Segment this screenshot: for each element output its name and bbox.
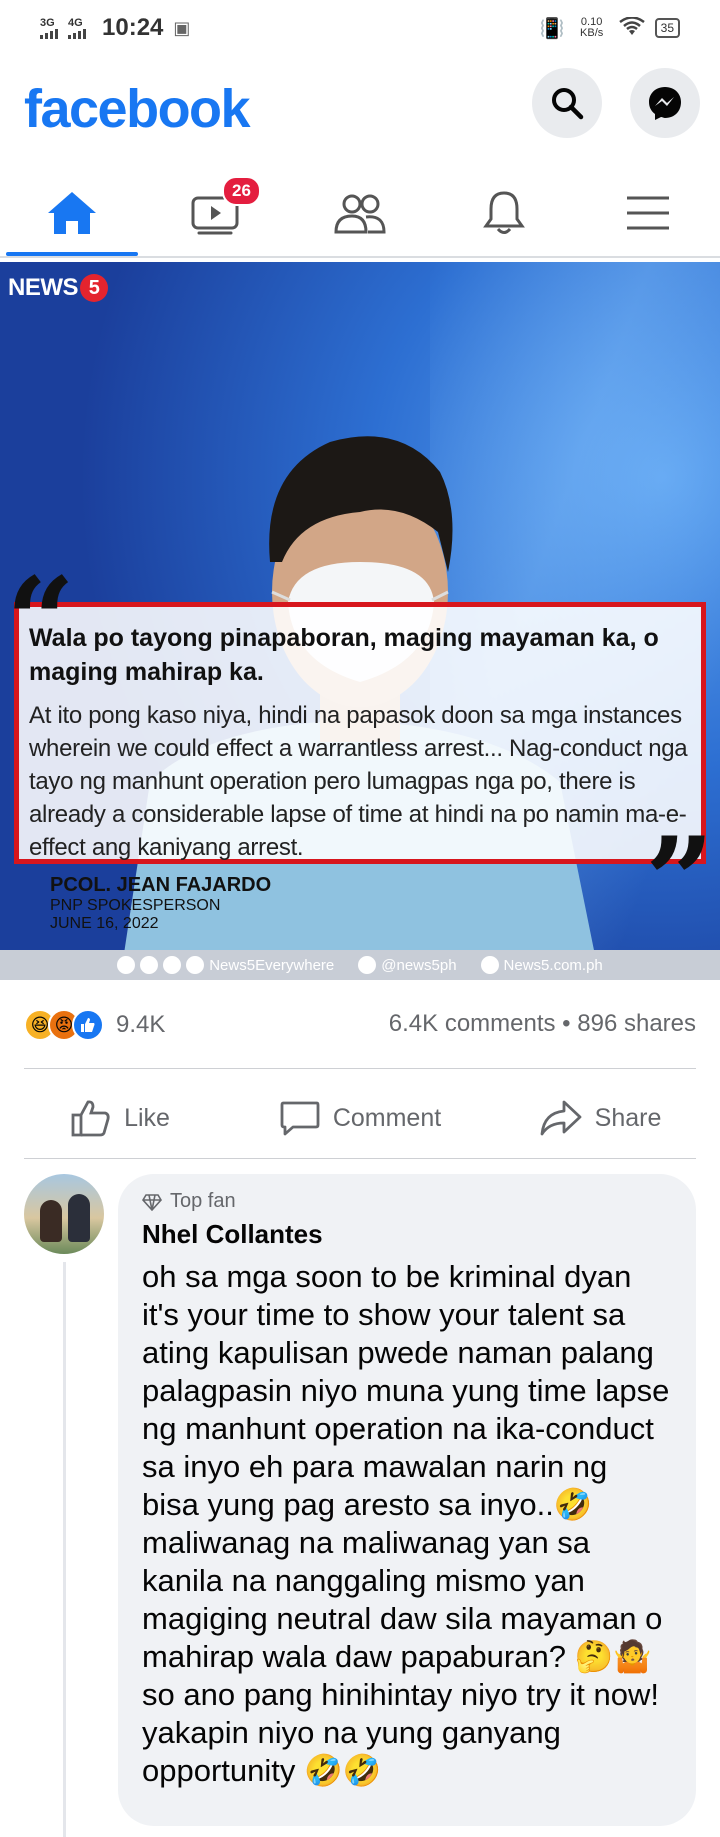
social-handle-2: @news5ph [358, 956, 457, 974]
network-type-label: 4G [68, 16, 83, 29]
comment-icon [280, 1101, 320, 1136]
speaker-name: PCOL. JEAN FAJARDO [50, 874, 272, 896]
comment-text: oh sa mga soon to be kriminal dyan it's … [142, 1259, 670, 1788]
bell-icon [483, 191, 525, 234]
quote-title: Wala po tayong pinapaboran, maging mayam… [29, 624, 659, 686]
post-image[interactable]: NEWS 5 Wala po tayong pinapaboran, magin… [0, 262, 720, 980]
tab-watch[interactable]: 26 [144, 170, 288, 256]
vibrate-icon: 📳 [539, 17, 565, 40]
signal-4g-icon: 4G [68, 16, 86, 39]
thread-line [63, 1262, 66, 1837]
avatar-person-2 [68, 1194, 90, 1242]
screenshot-icon: ▣ [173, 17, 191, 38]
news5-logo: NEWS 5 [8, 274, 108, 302]
post-actions: Like Comment Share [0, 1082, 720, 1154]
comments-shares-count[interactable]: 6.4K comments • 896 shares [389, 1010, 696, 1038]
social-icons [117, 956, 136, 974]
messenger-icon [649, 87, 681, 120]
quote-body: At ito pong kaso niya, hindi na papasok … [29, 702, 688, 861]
like-reaction-icon [72, 1009, 104, 1041]
close-quote-icon: ” [644, 811, 714, 952]
network-speed: 0.10 KB/s [580, 16, 604, 39]
top-fan-badge: Top fan [142, 1190, 672, 1213]
home-icon [48, 192, 96, 234]
divider [24, 1158, 696, 1159]
share-icon [540, 1100, 582, 1136]
app-header: facebook [0, 60, 720, 150]
social-handle-1: News5Everywhere [117, 956, 334, 974]
signal-3g-icon: 3G [40, 16, 58, 39]
like-button[interactable]: Like [0, 1082, 240, 1154]
speaker-caption: PCOL. JEAN FAJARDO PNP SPOKESPERSON JUNE… [50, 874, 271, 933]
search-icon [552, 88, 584, 120]
messenger-button[interactable] [630, 68, 700, 138]
tab-home[interactable] [0, 170, 144, 256]
clock: 10:24 [102, 14, 164, 41]
hamburger-icon [627, 196, 669, 230]
network-type-label: 3G [40, 16, 55, 29]
avatar[interactable] [24, 1174, 104, 1254]
reaction-summary[interactable]: 😆 😡 9.4K [24, 1000, 165, 1050]
tab-menu[interactable] [576, 170, 720, 256]
brand-number: 5 [80, 274, 108, 302]
twitter-icon [358, 956, 377, 974]
quote-box: Wala po tayong pinapaboran, maging mayam… [14, 602, 706, 864]
tab-friends[interactable] [288, 170, 432, 256]
status-bar: 3G 4G 10:24 ▣ 📳 0.10 KB/s 35 [0, 0, 720, 56]
like-label: Like [124, 1103, 170, 1132]
tab-notifications[interactable] [432, 170, 576, 256]
top-fan-label: Top fan [170, 1190, 236, 1212]
like-icon [71, 1100, 110, 1137]
diamond-icon [142, 1193, 162, 1211]
divider [24, 1068, 696, 1069]
battery-icon: 35 [654, 18, 680, 38]
speaker-date: JUNE 16, 2022 [50, 915, 159, 932]
avatar-person-1 [40, 1200, 62, 1242]
open-quote-icon: “ [6, 551, 76, 692]
social-strip: News5Everywhere @news5ph News5.com.ph [0, 950, 720, 980]
comment-author[interactable]: Nhel Collantes [142, 1219, 672, 1250]
main-nav: 26 [0, 170, 720, 258]
watch-notification-badge: 26 [222, 176, 261, 206]
speaker-role: PNP SPOKESPERSON [50, 897, 221, 914]
friends-icon [334, 194, 386, 234]
search-button[interactable] [532, 68, 602, 138]
brand-text: NEWS [8, 274, 79, 301]
web-icon [480, 956, 499, 974]
social-handle-3: News5.com.ph [480, 956, 603, 974]
share-button[interactable]: Share [480, 1082, 720, 1154]
share-label: Share [594, 1103, 662, 1132]
comment-bubble[interactable]: Top fan Nhel Collantes oh sa mga soon to… [118, 1174, 696, 1826]
reaction-count: 9.4K [116, 1011, 166, 1038]
wifi-icon [618, 15, 645, 40]
comment-label: Comment [332, 1103, 442, 1132]
comment-button[interactable]: Comment [240, 1082, 480, 1154]
facebook-logo[interactable]: facebook [24, 78, 251, 140]
